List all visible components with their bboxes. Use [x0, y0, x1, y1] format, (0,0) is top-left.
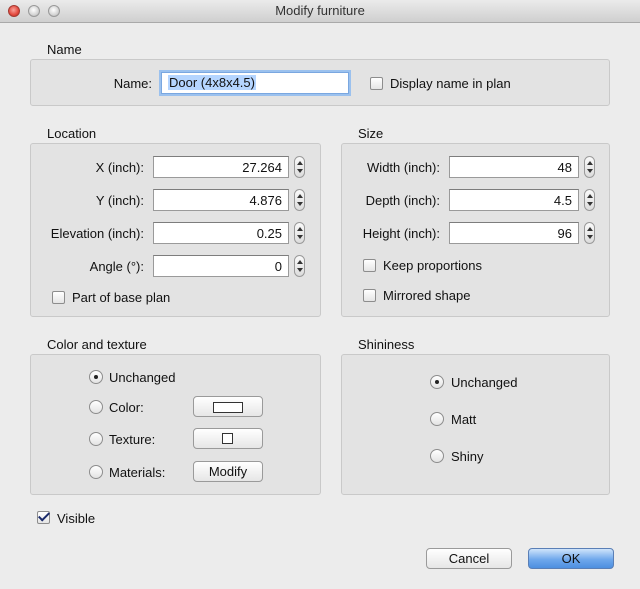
- x-label: X (inch):: [95, 160, 144, 175]
- base-plan-label: Part of base plan: [72, 290, 171, 305]
- window-title: Modify furniture: [275, 3, 365, 18]
- name-group-label: Name: [47, 42, 82, 57]
- texture-swatch-icon: [222, 433, 233, 444]
- angle-label: Angle (°):: [89, 259, 144, 274]
- name-input-value: Door (4x8x4.5): [168, 75, 256, 90]
- base-plan-checkbox[interactable]: [52, 291, 65, 304]
- ok-button[interactable]: OK: [528, 548, 614, 569]
- color-label: Color:: [109, 400, 144, 415]
- width-stepper[interactable]: [584, 156, 595, 178]
- y-stepper[interactable]: [294, 189, 305, 211]
- display-name-checkbox[interactable]: [370, 77, 383, 90]
- depth-input[interactable]: [449, 189, 579, 211]
- texture-radio[interactable]: [89, 432, 103, 446]
- name-input[interactable]: Door (4x8x4.5): [161, 72, 349, 94]
- texture-swatch-button[interactable]: [193, 428, 263, 449]
- visible-label: Visible: [57, 511, 96, 526]
- color-texture-group-label: Color and texture: [47, 337, 147, 352]
- matt-label: Matt: [451, 412, 477, 427]
- color-radio[interactable]: [89, 400, 103, 414]
- display-name-label: Display name in plan: [390, 76, 511, 91]
- size-panel: Width (inch): Depth (inch): Height (inch…: [341, 143, 610, 317]
- x-input[interactable]: [153, 156, 289, 178]
- name-label: Name:: [113, 76, 152, 91]
- shininess-unchanged-label: Unchanged: [451, 375, 518, 390]
- elevation-label: Elevation (inch):: [50, 226, 144, 241]
- depth-label: Depth (inch):: [365, 193, 440, 208]
- width-label: Width (inch):: [367, 160, 440, 175]
- location-group-label: Location: [47, 126, 97, 141]
- depth-stepper[interactable]: [584, 189, 595, 211]
- keep-proportions-checkbox[interactable]: [363, 259, 376, 272]
- color-texture-panel: Unchanged Color: Texture: Materials: Mod…: [30, 354, 321, 495]
- width-input[interactable]: [449, 156, 579, 178]
- shininess-panel: Unchanged Matt Shiny: [341, 354, 610, 495]
- title-bar: Modify furniture: [0, 0, 640, 23]
- shininess-unchanged-radio[interactable]: [430, 375, 444, 389]
- visible-checkbox[interactable]: [37, 511, 50, 524]
- angle-stepper[interactable]: [294, 255, 305, 277]
- color-swatch-button[interactable]: [193, 396, 263, 417]
- color-swatch-icon: [213, 402, 243, 413]
- materials-label: Materials:: [109, 465, 166, 480]
- shiny-radio[interactable]: [430, 449, 444, 463]
- y-label: Y (inch):: [95, 193, 144, 208]
- angle-input[interactable]: [153, 255, 289, 277]
- matt-radio[interactable]: [430, 412, 444, 426]
- materials-radio[interactable]: [89, 465, 103, 479]
- mirrored-shape-label: Mirrored shape: [383, 288, 471, 303]
- shiny-label: Shiny: [451, 449, 484, 464]
- height-label: Height (inch):: [362, 226, 440, 241]
- cancel-button[interactable]: Cancel: [426, 548, 512, 569]
- height-input[interactable]: [449, 222, 579, 244]
- modify-materials-button[interactable]: Modify: [193, 461, 263, 482]
- y-input[interactable]: [153, 189, 289, 211]
- keep-proportions-label: Keep proportions: [383, 258, 483, 273]
- color-unchanged-radio[interactable]: [89, 370, 103, 384]
- mirrored-shape-checkbox[interactable]: [363, 289, 376, 302]
- color-unchanged-label: Unchanged: [109, 370, 176, 385]
- texture-label: Texture:: [109, 432, 156, 447]
- size-group-label: Size: [358, 126, 384, 141]
- height-stepper[interactable]: [584, 222, 595, 244]
- location-panel: X (inch): Y (inch): Elevation (inch): An…: [30, 143, 321, 317]
- x-stepper[interactable]: [294, 156, 305, 178]
- shininess-group-label: Shininess: [358, 337, 415, 352]
- elevation-stepper[interactable]: [294, 222, 305, 244]
- name-panel: Name: Door (4x8x4.5) Display name in pla…: [30, 59, 610, 106]
- elevation-input[interactable]: [153, 222, 289, 244]
